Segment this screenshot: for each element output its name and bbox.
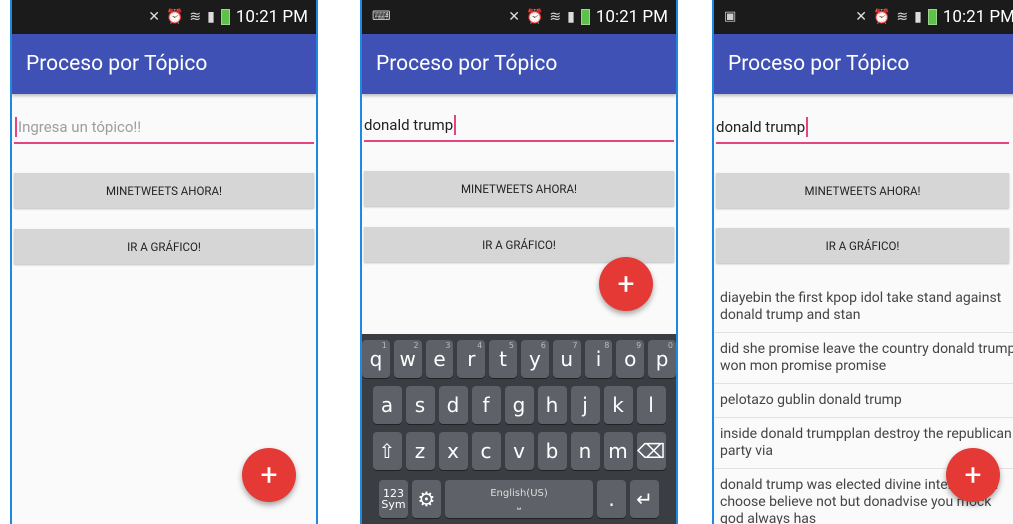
key-d[interactable]: d bbox=[438, 386, 468, 424]
chart-button[interactable]: IR A GRÁFICO! bbox=[716, 228, 1009, 263]
keyboard-icon: ⌨ bbox=[372, 9, 391, 24]
battery-icon bbox=[927, 9, 937, 25]
key-y[interactable]: 6y bbox=[521, 340, 549, 378]
keyboard-row-4: 123 Sym ⚙ English(US) ⎵ . ↵ bbox=[362, 480, 676, 518]
plus-icon: + bbox=[964, 457, 982, 493]
topic-input-value: donald trump bbox=[364, 116, 454, 134]
key-h[interactable]: h bbox=[537, 386, 567, 424]
app-title: Proceso por Tópico bbox=[12, 34, 316, 94]
key-t[interactable]: 5t bbox=[489, 340, 517, 378]
mute-icon: ✕ bbox=[508, 9, 520, 25]
status-bar: ▣ ✕ ⏰ ≋ ▮ 10:21 PM bbox=[714, 0, 1013, 34]
app-title: Proceso por Tópico bbox=[362, 34, 676, 94]
key-u[interactable]: 7u bbox=[552, 340, 581, 378]
topic-input-value: donald trump bbox=[716, 118, 806, 136]
key-k[interactable]: k bbox=[603, 386, 633, 424]
add-fab-button[interactable]: + bbox=[599, 257, 653, 311]
key-b[interactable]: b bbox=[537, 432, 567, 470]
alarm-icon: ⏰ bbox=[872, 9, 891, 25]
app-title: Proceso por Tópico bbox=[714, 34, 1013, 94]
topic-input-placeholder: Ingresa un tópico!! bbox=[18, 118, 142, 136]
plus-icon: + bbox=[260, 457, 278, 493]
key-f[interactable]: f bbox=[471, 386, 501, 424]
list-item[interactable]: pelotazo gublin donald trump bbox=[714, 384, 1013, 418]
status-icons: ✕ ⏰ ≋ ▮ bbox=[855, 9, 937, 25]
key-g[interactable]: g bbox=[504, 386, 534, 424]
alarm-icon: ⏰ bbox=[525, 9, 544, 25]
text-caret bbox=[454, 115, 457, 135]
minetweets-button[interactable]: MINETWEETS AHORA! bbox=[716, 173, 1009, 208]
add-fab-button[interactable]: + bbox=[946, 448, 1000, 502]
status-icons: ✕ ⏰ ≋ ▮ bbox=[508, 9, 590, 25]
mute-icon: ✕ bbox=[855, 9, 867, 25]
topic-input[interactable]: donald trump bbox=[364, 110, 674, 142]
phone-screen-3: ▣ ✕ ⏰ ≋ ▮ 10:21 PM Proceso por Tópico do… bbox=[712, 0, 1013, 524]
key-n[interactable]: n bbox=[570, 432, 600, 470]
keyboard-row-1: 1q 2w 3e 4r 5t 6y 7u 8i 9o 0p bbox=[362, 340, 676, 378]
image-notification-icon: ▣ bbox=[724, 9, 737, 24]
minetweets-button[interactable]: MINETWEETS AHORA! bbox=[364, 171, 674, 206]
list-item[interactable]: diayebin the first kpop idol take stand … bbox=[714, 282, 1013, 333]
wifi-icon: ≋ bbox=[549, 9, 562, 25]
topic-input[interactable]: Ingresa un tópico!! bbox=[14, 112, 314, 144]
wifi-icon: ≋ bbox=[189, 9, 202, 25]
key-l[interactable]: l bbox=[636, 386, 666, 424]
key-i[interactable]: 8i bbox=[584, 340, 613, 378]
chart-button[interactable]: IR A GRÁFICO! bbox=[14, 229, 314, 264]
status-icons: ✕ ⏰ ≋ ▮ bbox=[148, 9, 230, 25]
keyboard-row-3: ⇧ z x c v b n m ⌫ bbox=[362, 432, 676, 470]
minetweets-button[interactable]: MINETWEETS AHORA! bbox=[14, 173, 314, 208]
key-w[interactable]: 2w bbox=[393, 340, 422, 378]
signal-icon: ▮ bbox=[567, 9, 575, 25]
battery-icon bbox=[580, 9, 590, 25]
period-key[interactable]: . bbox=[597, 480, 626, 518]
symbols-key[interactable]: 123 Sym bbox=[379, 480, 408, 518]
key-j[interactable]: j bbox=[570, 386, 600, 424]
key-z[interactable]: z bbox=[405, 432, 435, 470]
mute-icon: ✕ bbox=[148, 9, 160, 25]
status-time: 10:21 PM bbox=[595, 7, 668, 27]
key-s[interactable]: s bbox=[405, 386, 435, 424]
text-caret bbox=[15, 117, 17, 137]
status-bar: ⌨ ✕ ⏰ ≋ ▮ 10:21 PM bbox=[362, 0, 676, 34]
battery-icon bbox=[220, 9, 230, 25]
shift-key-icon[interactable]: ⇧ bbox=[372, 432, 402, 470]
phone-screen-1: ✕ ⏰ ≋ ▮ 10:21 PM Proceso por Tópico Ingr… bbox=[10, 0, 318, 524]
text-caret bbox=[806, 117, 809, 137]
list-item[interactable]: did she promise leave the country donald… bbox=[714, 333, 1013, 384]
enter-key-icon[interactable]: ↵ bbox=[630, 480, 659, 518]
backspace-key-icon[interactable]: ⌫ bbox=[636, 432, 666, 470]
key-r[interactable]: 4r bbox=[457, 340, 486, 378]
key-m[interactable]: m bbox=[603, 432, 633, 470]
key-v[interactable]: v bbox=[504, 432, 534, 470]
key-a[interactable]: a bbox=[372, 386, 402, 424]
signal-icon: ▮ bbox=[207, 9, 215, 25]
plus-icon: + bbox=[617, 266, 635, 302]
signal-icon: ▮ bbox=[914, 9, 922, 25]
status-time: 10:21 PM bbox=[942, 7, 1013, 27]
alarm-icon: ⏰ bbox=[165, 9, 184, 25]
key-q[interactable]: 1q bbox=[362, 340, 390, 378]
settings-key-icon[interactable]: ⚙ bbox=[412, 480, 441, 518]
key-c[interactable]: c bbox=[471, 432, 501, 470]
wifi-icon: ≋ bbox=[896, 9, 909, 25]
space-key[interactable]: English(US) ⎵ bbox=[445, 480, 593, 518]
topic-input[interactable]: donald trump bbox=[716, 112, 1009, 144]
status-bar: ✕ ⏰ ≋ ▮ 10:21 PM bbox=[12, 0, 316, 34]
key-x[interactable]: x bbox=[438, 432, 468, 470]
status-time: 10:21 PM bbox=[235, 7, 308, 27]
keyboard-row-2: a s d f g h j k l bbox=[362, 386, 676, 424]
add-fab-button[interactable]: + bbox=[242, 448, 296, 502]
phone-screen-2: ⌨ ✕ ⏰ ≋ ▮ 10:21 PM Proceso por Tópico do… bbox=[360, 0, 678, 524]
key-o[interactable]: 9o bbox=[616, 340, 645, 378]
key-e[interactable]: 3e bbox=[425, 340, 454, 378]
soft-keyboard: 1q 2w 3e 4r 5t 6y 7u 8i 9o 0p a s d f g … bbox=[362, 334, 676, 524]
key-p[interactable]: 0p bbox=[648, 340, 676, 378]
